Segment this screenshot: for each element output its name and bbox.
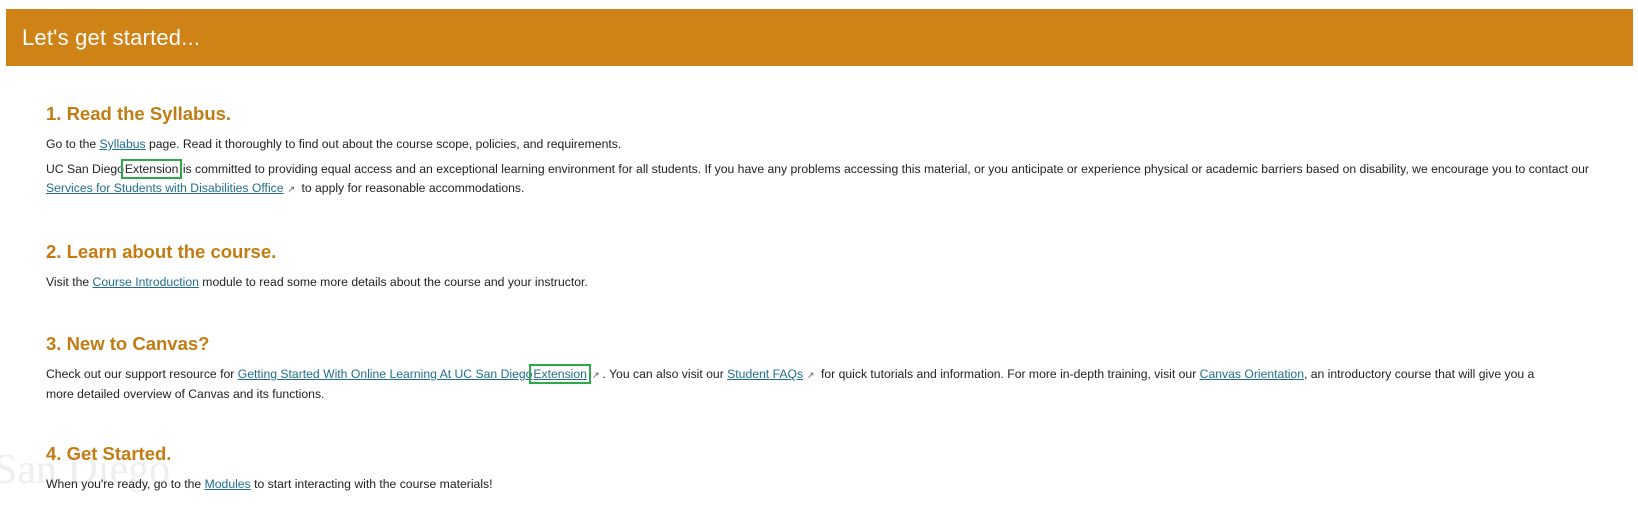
text: UC San Diego: [46, 162, 124, 176]
external-link-icon: ↗: [807, 370, 815, 380]
modules-link[interactable]: Modules: [205, 477, 251, 491]
external-link-icon: ↗: [287, 184, 296, 194]
course-introduction-link[interactable]: Course Introduction: [93, 275, 199, 289]
banner-title: Let's get started...: [22, 24, 201, 50]
highlight-extension: Extension: [120, 159, 183, 179]
section-paragraph: UC San DiegoExtension is committed to pr…: [46, 159, 1631, 199]
text: is committed to providing equal access a…: [179, 162, 1589, 176]
section-paragraph: When you're ready, go to the Modules to …: [46, 475, 1631, 494]
student-faqs-link[interactable]: Student FAQs: [727, 367, 803, 381]
syllabus-link[interactable]: Syllabus: [100, 137, 146, 151]
section-learn-course: 2. Learn about the course. Visit the Cou…: [46, 240, 1631, 292]
text: to start interacting with the course mat…: [250, 477, 493, 491]
text: Go to the: [46, 137, 100, 151]
section-heading: 3. New to Canvas?: [46, 333, 210, 354]
section-get-started: 4. Get Started. When you're ready, go to…: [46, 442, 1631, 494]
text: . You can also visit our: [602, 367, 728, 381]
text: to apply for reasonable accommodations.: [298, 181, 525, 195]
text: module to read some more details about t…: [198, 275, 588, 289]
text: Check out our support resource for: [46, 367, 238, 381]
external-link-icon: ↗: [591, 370, 600, 380]
section-heading: 4. Get Started.: [46, 443, 172, 464]
section-read-syllabus: 1. Read the Syllabus. Go to the Syllabus…: [46, 102, 1631, 199]
disabilities-office-link[interactable]: Services for Students with Disabilities …: [46, 181, 284, 195]
section-new-to-canvas: 3. New to Canvas? Check out our support …: [46, 332, 1546, 404]
section-paragraph: Visit the Course Introduction module to …: [46, 273, 1631, 292]
canvas-orientation-link[interactable]: Canvas Orientation: [1200, 367, 1304, 381]
section-paragraph: Check out our support resource for Getti…: [46, 364, 1546, 404]
section-heading: 2. Learn about the course.: [46, 241, 277, 262]
text: for quick tutorials and information. For…: [817, 367, 1200, 381]
section-paragraph: Go to the Syllabus page. Read it thoroug…: [46, 135, 1631, 154]
highlight-extension-link[interactable]: Extension: [529, 364, 591, 384]
text: Visit the: [46, 275, 93, 289]
text: When you're ready, go to the: [46, 477, 205, 491]
text: page. Read it thoroughly to find out abo…: [145, 137, 622, 151]
header-banner: Let's get started...: [6, 9, 1633, 66]
getting-started-link[interactable]: Getting Started With Online Learning At …: [238, 367, 533, 381]
section-heading: 1. Read the Syllabus.: [46, 103, 232, 124]
